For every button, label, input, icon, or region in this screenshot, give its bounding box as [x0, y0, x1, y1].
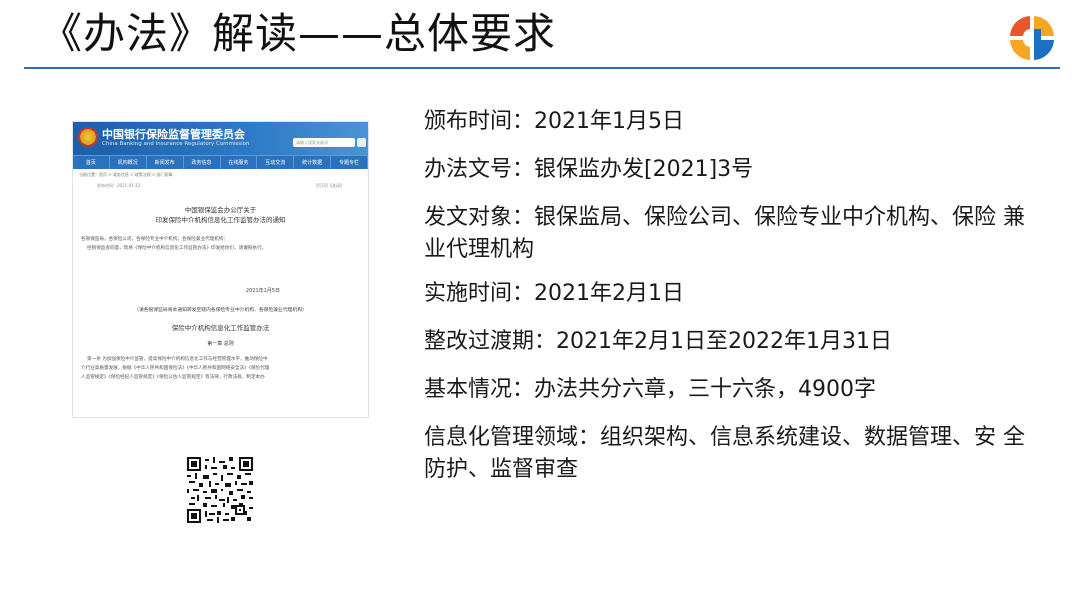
doc-paragraph: 介行业高质量发展，根据《中华人民共和国保险法》《中华人民共和国网络安全法》《保险…	[81, 366, 270, 371]
doc-meta: 发布时间：2021-01-12 【打印】【关闭】	[73, 181, 368, 191]
doc-actions: 【打印】【关闭】	[314, 183, 344, 188]
info-item-document-number: 办法文号：银保监办发[2021]3号	[424, 157, 754, 182]
info-item-recipients: 发文对象：银保监局、保险公司、保险专业中介机构、保险 兼业代理机构	[424, 205, 1025, 262]
doc-nav-bar: 首页 机构概况 新闻发布 政务信息 在线服务 互动交流 统计数据 专题专栏	[73, 155, 368, 169]
doc-heading-2: 印发保险中介机构信息化工作监管办法的通知	[155, 216, 286, 224]
info-item-management-areas: 信息化管理领域：组织架构、信息系统建设、数据管理、安 全防护、监督审查	[424, 425, 1025, 482]
doc-nav-item: 新闻发布	[147, 156, 184, 169]
doc-nav-item: 首页	[73, 156, 110, 169]
doc-nav-item: 在线服务	[221, 156, 258, 169]
doc-nav-item: 专题专栏	[331, 156, 368, 169]
doc-org-name-cn: 中国银行保险监督管理委员会	[102, 128, 245, 141]
doc-date: 2021年1月5日	[245, 288, 280, 294]
doc-breadcrumb: 当前位置：首页 > 政务信息 > 政策法规 > 部门规章	[79, 172, 173, 177]
doc-paragraph: 各银保监局，各保险公司，各保险专业中介机构，各保险兼业代理机构：	[81, 237, 229, 242]
info-item-transition-period: 整改过渡期：2021年2月1日至2022年1月31日	[424, 329, 892, 354]
info-item-effective-date: 实施时间：2021年2月1日	[424, 281, 684, 306]
doc-publish-time: 发布时间：2021-01-12	[97, 183, 141, 188]
doc-paragraph: 经银保监会同意，现将《保险中介机构信息化工作监管办法》印发给你们，请遵照执行。	[87, 246, 267, 251]
doc-nav-item: 机构概况	[110, 156, 147, 169]
doc-search-input: 请输入搜索关键词	[293, 138, 355, 147]
doc-nav-item: 互动交流	[257, 156, 295, 169]
info-item-issue-date: 颁布时间：2021年1月5日	[424, 109, 684, 134]
slide-title: 《办法》解读——总体要求	[40, 9, 557, 58]
qr-code-icon	[187, 457, 253, 523]
doc-chapter: 第一章 总则	[207, 341, 234, 347]
doc-nav-item: 统计数据	[294, 156, 332, 169]
doc-note: （请各银保监局将本通知转发至辖内各保险专业中介机构、各保险兼业代理机构）	[134, 308, 307, 313]
doc-header: 中国银行保险监督管理委员会 China Banking and Insuranc…	[73, 122, 368, 155]
doc-paragraph: 人监管规定》《保险经纪人监管规定》《保险公估人监管规定》等法律、行政法规，制定本…	[81, 375, 265, 380]
notice-document-image: 中国银行保险监督管理委员会 China Banking and Insuranc…	[72, 121, 369, 418]
doc-org-name-en: China Banking and Insurance Regulatory C…	[102, 141, 250, 147]
doc-paragraph: 第一条 为加强保险中介监管，提高保险中介机构信息化工作与经营管理水平，推动保险中	[87, 357, 268, 362]
doc-heading-1: 中国银保监会办公厅关于	[184, 206, 257, 214]
doc-search-icon	[357, 138, 366, 147]
national-emblem-icon	[78, 127, 98, 147]
info-item-overview: 基本情况：办法共分六章，三十六条，4900字	[424, 377, 876, 402]
title-divider	[24, 67, 1060, 69]
company-logo-icon	[1010, 16, 1054, 60]
doc-nav-item: 政务信息	[184, 156, 221, 169]
doc-law-title: 保险中介机构信息化工作监管办法	[171, 324, 270, 332]
